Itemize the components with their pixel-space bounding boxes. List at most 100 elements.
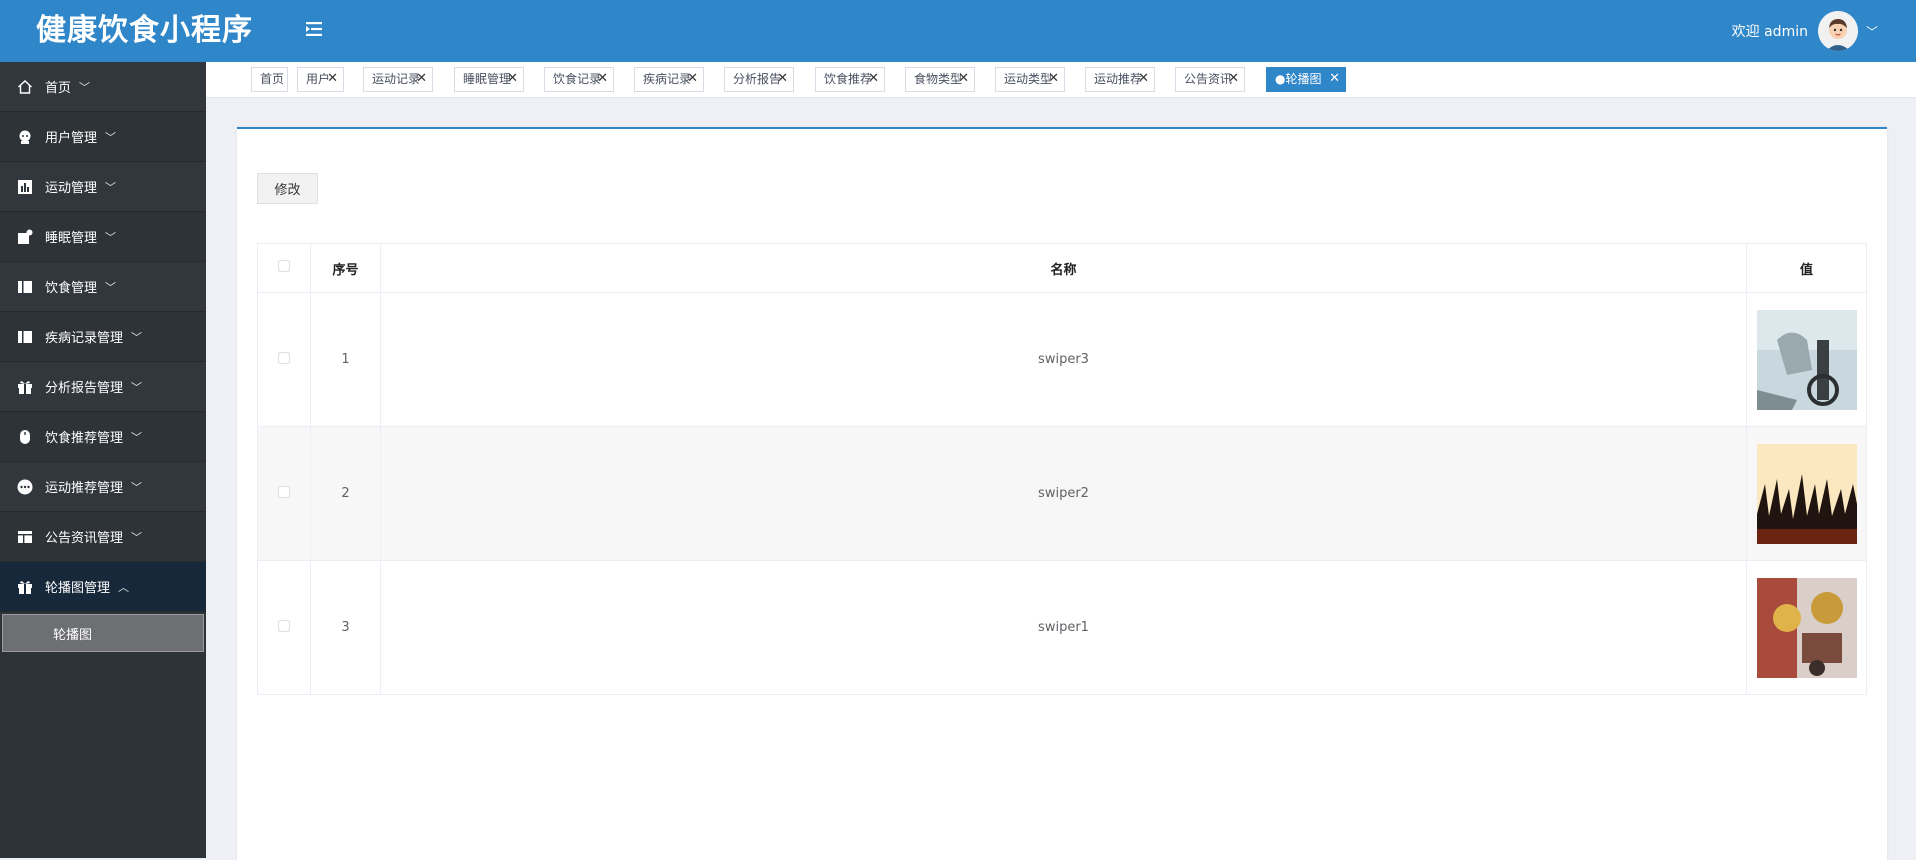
chevron-down-icon[interactable]: ﹀ <box>1866 23 1878 40</box>
welcome-text: 欢迎 admin <box>1731 24 1808 40</box>
app-title: 健康饮食小程序 <box>36 13 253 48</box>
home-icon <box>16 78 34 96</box>
sidebar-item-carousel-management[interactable]: 轮播图管理 ︿ <box>0 562 206 612</box>
chevron-down-icon: ﹀ <box>131 380 143 394</box>
table-row[interactable]: 2 swiper2 <box>257 426 1867 561</box>
row-value <box>1746 292 1867 427</box>
sidebar-item-analysis-report[interactable]: 分析报告管理 ﹀ <box>0 362 206 412</box>
menu-collapse-icon[interactable] <box>302 17 326 41</box>
tab-exercise-recommendation[interactable]: 运动推荐 ✕ <box>1085 67 1155 92</box>
sidebar-item-label: 轮播图管理 <box>45 581 111 596</box>
sidebar-item-label: 饮食管理 <box>45 281 98 296</box>
chevron-down-icon: ﹀ <box>105 280 117 294</box>
sidebar-item-label: 首页 <box>45 81 72 96</box>
tab-label: 饮食记录 <box>553 72 602 86</box>
book-icon <box>16 328 34 346</box>
sidebar-item-label: 公告资讯管理 <box>45 531 124 546</box>
sidebar-item-exercise-management[interactable]: 运动管理 ﹀ <box>0 162 206 212</box>
tab-home[interactable]: 首页 <box>251 67 288 92</box>
close-icon[interactable]: ✕ <box>868 67 879 90</box>
tabs-bar: 首页 用户 ✕ 运动记录 ✕ 睡眠管理 ✕ 饮食记录 ✕ 疾病记录 ✕ 分析报告 ✕ 饮食推… <box>206 62 1916 98</box>
sleep-icon <box>16 228 34 246</box>
tab-exercise-types[interactable]: 运动类型 ✕ <box>995 67 1065 92</box>
row-checkbox[interactable] <box>278 351 290 364</box>
select-all-checkbox[interactable] <box>278 260 290 272</box>
tab-label: 饮食推荐 <box>824 72 873 86</box>
tab-diet-recommendation[interactable]: 饮食推荐 ✕ <box>815 67 885 92</box>
row-name: swiper2 <box>380 426 1747 561</box>
carousel-thumbnail[interactable] <box>1756 443 1857 544</box>
tab-food-types[interactable]: 食物类型 ✕ <box>905 67 975 92</box>
tab-carousel[interactable]: ●轮播图 ✕ <box>1266 67 1346 92</box>
sidebar-item-disease-records[interactable]: 疾病记录管理 ﹀ <box>0 312 206 362</box>
tab-user[interactable]: 用户 ✕ <box>297 67 344 92</box>
close-icon[interactable]: ✕ <box>416 67 427 90</box>
header-value: 值 <box>1746 243 1867 293</box>
carousel-table: 序号 名称 值 1 swiper3 2 swiper2 3 swiper1 <box>257 243 1867 695</box>
sidebar-item-exercise-recommendation[interactable]: 运动推荐管理 ﹀ <box>0 462 206 512</box>
close-icon[interactable]: ✕ <box>1138 67 1149 90</box>
row-value <box>1746 560 1867 695</box>
chevron-down-icon: ﹀ <box>105 180 117 194</box>
chevron-down-icon: ﹀ <box>131 480 143 494</box>
user-menu[interactable]: 欢迎 admin ﹀ <box>1732 8 1878 54</box>
tab-announcements[interactable]: 公告资讯 ✕ <box>1175 67 1245 92</box>
chevron-up-icon: ︿ <box>118 580 130 594</box>
tab-label: 运动记录 <box>372 72 421 86</box>
row-checkbox[interactable] <box>278 485 290 498</box>
edit-button[interactable]: 修改 <box>257 173 318 204</box>
tab-label: 公告资讯 <box>1184 72 1233 86</box>
tab-label: 睡眠管理 <box>463 72 512 86</box>
row-select-cell <box>257 560 311 695</box>
table-header-row: 序号 名称 值 <box>257 243 1867 293</box>
row-checkbox[interactable] <box>278 619 290 632</box>
tab-analysis-report[interactable]: 分析报告 ✕ <box>724 67 794 92</box>
close-icon[interactable]: ✕ <box>1329 67 1340 90</box>
carousel-thumbnail[interactable] <box>1756 577 1857 678</box>
sidebar-subitem-carousel[interactable]: 轮播图 <box>2 614 204 652</box>
close-icon[interactable]: ✕ <box>777 67 788 90</box>
sidebar-item-home[interactable]: 首页 ﹀ <box>0 62 206 112</box>
close-icon[interactable]: ✕ <box>958 67 969 90</box>
sidebar-item-user-management[interactable]: 用户管理 ﹀ <box>0 112 206 162</box>
sidebar-item-announcements[interactable]: 公告资讯管理 ﹀ <box>0 512 206 562</box>
tab-label: 首页 <box>260 72 285 86</box>
chevron-down-icon: ﹀ <box>131 330 143 344</box>
table-row[interactable]: 3 swiper1 <box>257 560 1867 695</box>
tab-disease-records[interactable]: 疾病记录 ✕ <box>634 67 704 92</box>
chevron-down-icon: ﹀ <box>131 530 143 544</box>
sidebar-item-label: 睡眠管理 <box>45 231 98 246</box>
user-icon <box>16 128 34 146</box>
close-icon[interactable]: ✕ <box>597 67 608 90</box>
header-name: 名称 <box>380 243 1747 293</box>
tab-label: ●轮播图 <box>1275 72 1322 86</box>
sidebar-item-label: 分析报告管理 <box>45 381 124 396</box>
sidebar: 首页 ﹀ 用户管理 ﹀ 运动管理 ﹀ 睡眠管理 ﹀ 饮食管理 ﹀ 疾病记录管理 … <box>0 62 206 858</box>
content-card: 修改 序号 名称 值 1 swiper3 2 swiper2 3 swiper1 <box>237 127 1887 860</box>
tab-exercise-records[interactable]: 运动记录 ✕ <box>363 67 433 92</box>
sidebar-item-diet-recommendation[interactable]: 饮食推荐管理 ﹀ <box>0 412 206 462</box>
close-icon[interactable]: ✕ <box>1048 67 1059 90</box>
gift-icon <box>16 378 34 396</box>
carousel-thumbnail[interactable] <box>1756 309 1857 410</box>
close-icon[interactable]: ✕ <box>687 67 698 90</box>
sidebar-item-label: 运动推荐管理 <box>45 481 124 496</box>
mouse-icon <box>16 428 34 446</box>
tab-diet-records[interactable]: 饮食记录 ✕ <box>544 67 614 92</box>
tab-label: 运动推荐 <box>1094 72 1143 86</box>
table-row[interactable]: 1 swiper3 <box>257 292 1867 427</box>
row-select-cell <box>257 426 311 561</box>
header-index: 序号 <box>310 243 381 293</box>
chart-icon <box>16 178 34 196</box>
close-icon[interactable]: ✕ <box>507 67 518 90</box>
tab-sleep-management[interactable]: 睡眠管理 ✕ <box>454 67 524 92</box>
close-icon[interactable]: ✕ <box>327 67 338 90</box>
row-index: 1 <box>310 292 381 427</box>
tab-label: 疾病记录 <box>643 72 692 86</box>
tab-label: 运动类型 <box>1004 72 1053 86</box>
sidebar-item-diet-management[interactable]: 饮食管理 ﹀ <box>0 262 206 312</box>
sidebar-item-sleep-management[interactable]: 睡眠管理 ﹀ <box>0 212 206 262</box>
avatar[interactable] <box>1817 11 1858 51</box>
row-index: 2 <box>310 426 381 561</box>
close-icon[interactable]: ✕ <box>1228 67 1239 90</box>
